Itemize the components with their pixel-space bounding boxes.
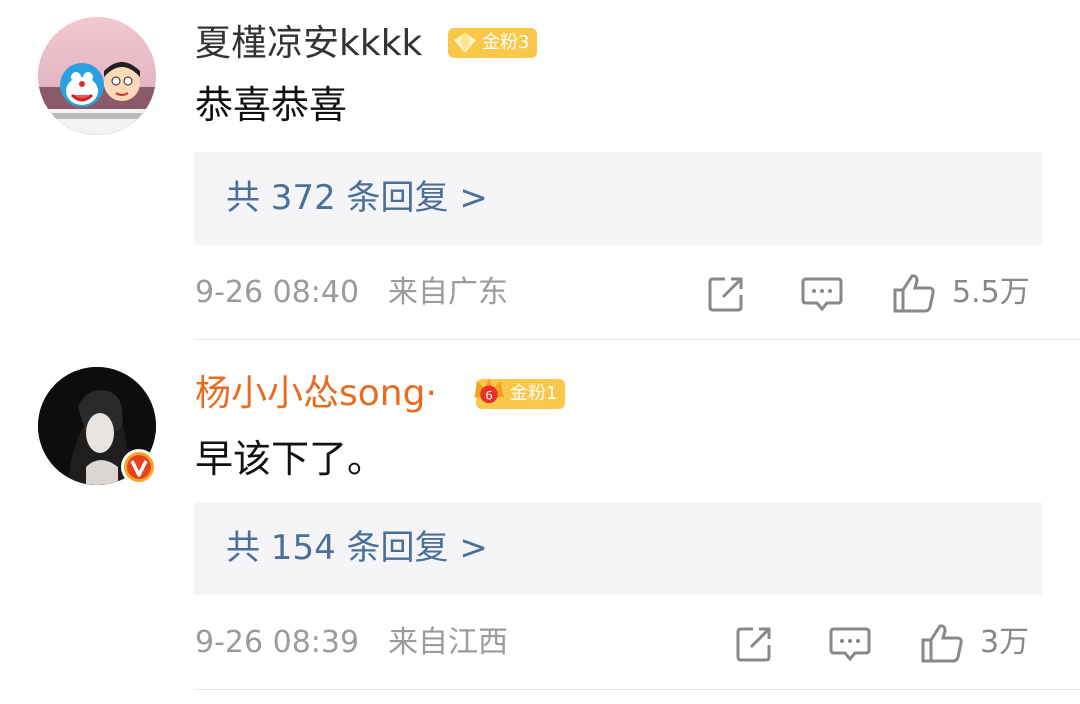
thumbs-up-icon xyxy=(893,274,935,313)
verified-v-icon xyxy=(121,449,157,485)
like-button[interactable]: 3万 xyxy=(920,621,1045,665)
timestamp: 9-26 08:40 xyxy=(195,275,360,310)
view-replies-link[interactable]: 共 372 条回复 > xyxy=(194,152,1042,245)
like-button[interactable]: 5.5万 xyxy=(892,271,1042,315)
comment-item: 杨小小怂song· 6 金粉1 早该下了。 共 154 条回复 > 9-26 0… xyxy=(0,340,1080,704)
share-icon xyxy=(708,277,743,312)
comment-item: 夏槿凉安kkkk 金粉3 恭喜恭喜 共 372 条回复 > 9-26 08:40… xyxy=(0,0,1080,340)
like-count: 3万 xyxy=(980,625,1030,660)
comment-text: 早该下了。 xyxy=(195,437,386,481)
share-button[interactable] xyxy=(707,271,751,315)
svg-text:6: 6 xyxy=(485,389,492,403)
share-button[interactable] xyxy=(735,621,779,665)
comment-footer: 9-26 08:39 来自江西 3万 xyxy=(195,621,1045,665)
thumbs-up-icon xyxy=(921,624,963,663)
share-icon xyxy=(736,627,771,662)
badge-label: 金粉1 xyxy=(510,383,558,404)
badge-label: 金粉3 xyxy=(482,32,530,53)
avatar[interactable] xyxy=(38,17,156,135)
username[interactable]: 夏槿凉安kkkk xyxy=(195,22,422,66)
crown-badge-icon: 6 xyxy=(474,378,504,404)
comment-text: 恭喜恭喜 xyxy=(195,83,348,127)
divider xyxy=(195,689,1080,690)
timestamp: 9-26 08:39 xyxy=(195,625,360,660)
username[interactable]: 杨小小怂song· xyxy=(195,372,437,416)
location: 来自广东 xyxy=(388,275,508,310)
comment-button[interactable] xyxy=(801,271,845,315)
comment-footer: 9-26 08:40 来自广东 5.5万 xyxy=(195,271,1045,315)
diamond-badge-icon xyxy=(454,33,476,53)
like-count: 5.5万 xyxy=(952,275,1030,310)
comment-icon xyxy=(801,277,843,312)
view-replies-link[interactable]: 共 154 条回复 > xyxy=(194,502,1042,595)
comment-button[interactable] xyxy=(829,621,873,665)
doraemon-nobita-avatar-icon xyxy=(38,17,156,135)
fan-badge[interactable]: 6 金粉1 xyxy=(474,378,566,409)
location: 来自江西 xyxy=(388,625,508,660)
comment-icon xyxy=(829,627,871,662)
fan-badge[interactable]: 金粉3 xyxy=(448,28,538,58)
